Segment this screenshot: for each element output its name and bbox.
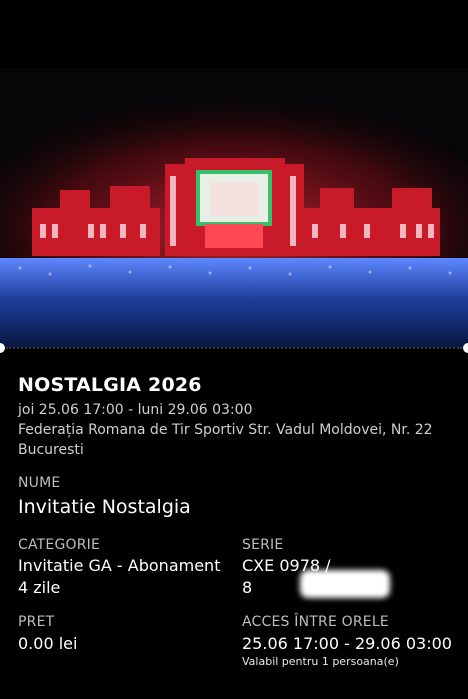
event-title: NOSTALGIA 2026 bbox=[18, 374, 202, 396]
series-label: SERIE bbox=[242, 537, 284, 553]
price-value: 0.00 lei bbox=[18, 634, 78, 653]
access-hours-value: 25.06 17:00 - 29.06 03:00 bbox=[242, 634, 452, 653]
price-label: PRET bbox=[18, 614, 55, 630]
festival-stage-illustration bbox=[0, 68, 468, 348]
name-value: Invitatie Nostalgia bbox=[18, 496, 191, 518]
name-label: NUME bbox=[18, 475, 61, 491]
ticket-perforation bbox=[6, 347, 462, 349]
series-value-line2: 8 bbox=[242, 578, 253, 597]
category-value-line1: Invitatie GA - Abonament bbox=[18, 556, 221, 575]
category-label: CATEGORIE bbox=[18, 537, 101, 553]
ticket-details: NOSTALGIA 2026 joi 25.06 17:00 - luni 29… bbox=[0, 343, 468, 699]
top-black-bar bbox=[0, 0, 468, 68]
event-venue: Federația Romana de Tir Sportiv Str. Vad… bbox=[18, 422, 433, 458]
access-validity-note: Valabil pentru 1 persoana(e) bbox=[242, 655, 399, 668]
access-hours-label: ACCES ÎNTRE ORELE bbox=[242, 614, 389, 630]
event-hero-image bbox=[0, 68, 468, 348]
event-datetime: joi 25.06 17:00 - luni 29.06 03:00 bbox=[18, 402, 253, 418]
category-value-line2: 4 zile bbox=[18, 578, 61, 597]
redaction-blur bbox=[300, 570, 390, 598]
ticket-notch-right bbox=[463, 343, 468, 353]
ticket-notch-left bbox=[0, 343, 5, 353]
